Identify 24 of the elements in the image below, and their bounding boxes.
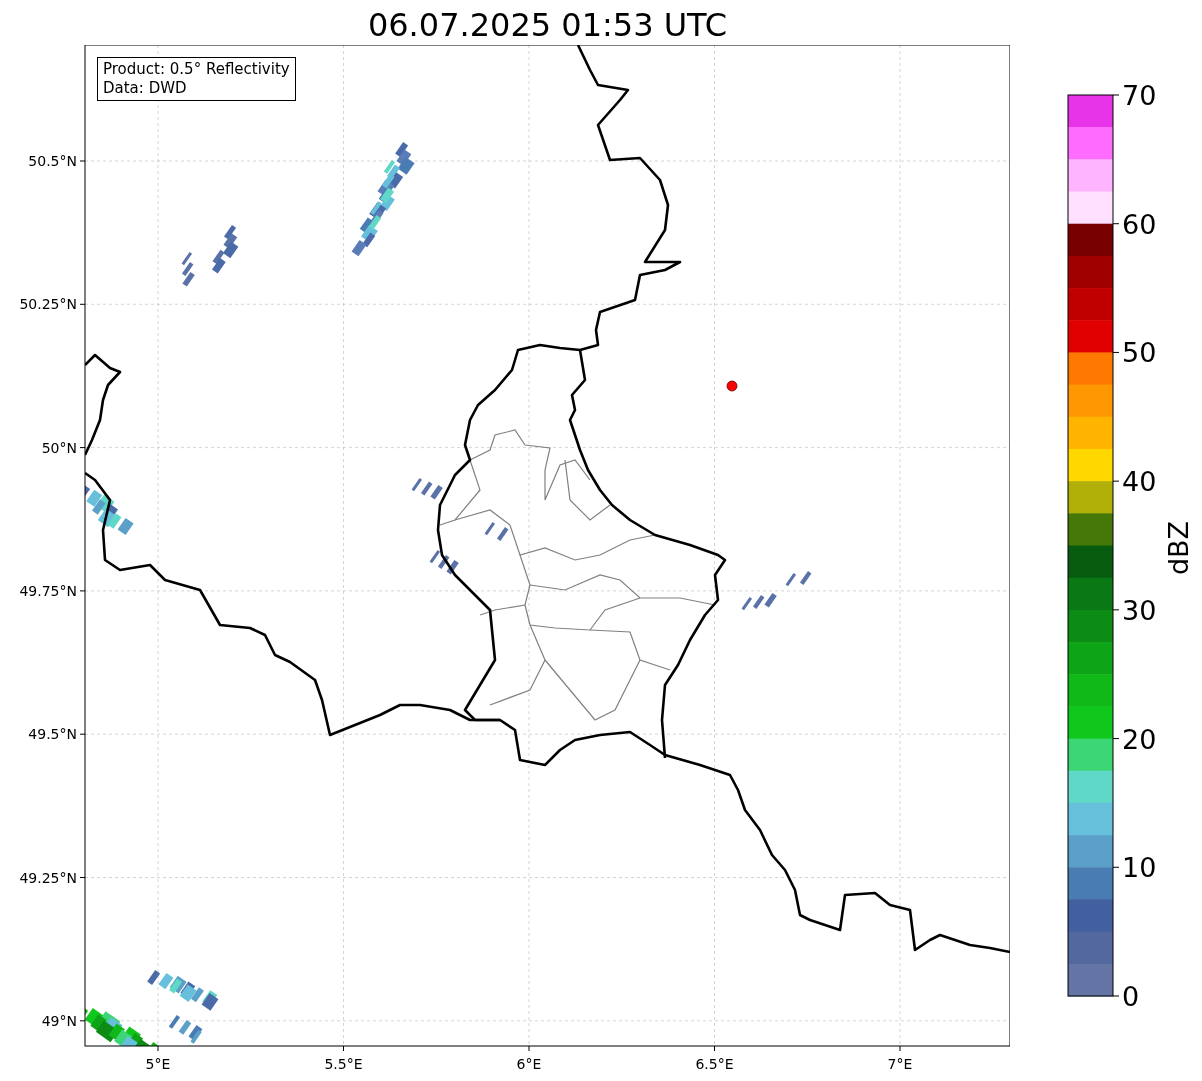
latitude-label: 49.25°N bbox=[19, 869, 77, 886]
colorbar-tick-label: 50 bbox=[1122, 337, 1157, 369]
colorbar-tick-label: 40 bbox=[1122, 466, 1157, 498]
colorbar-label: dBZ bbox=[1163, 520, 1194, 576]
info-text: Product: 0.5° Reflectivity bbox=[103, 60, 290, 79]
colorbar-tick-label: 0 bbox=[1122, 981, 1140, 1012]
latitude-label: 50.5°N bbox=[28, 153, 77, 169]
latitude-label: 50°N bbox=[41, 439, 77, 456]
info-text: Data: DWD bbox=[103, 79, 188, 98]
colorbar-tick-label: 20 bbox=[1122, 723, 1157, 755]
longitude-label: 5.5°E bbox=[324, 1056, 363, 1072]
latitude-label: 49.5°N bbox=[28, 726, 77, 743]
longitude-label: 6°E bbox=[516, 1056, 542, 1072]
colorbar-tick-label: 10 bbox=[1122, 852, 1157, 884]
latitude-label: 49.75°N bbox=[19, 582, 77, 599]
colorbar-tick-label: 30 bbox=[1122, 594, 1157, 626]
chart-title: 06.07.2025 01:53 UTC bbox=[367, 5, 728, 45]
latitude-label: 49°N bbox=[41, 1012, 77, 1029]
latitude-label: 50.25°N bbox=[19, 296, 77, 313]
colorbar-tick-label: 70 bbox=[1122, 80, 1157, 111]
longitude-label: 5°E bbox=[145, 1056, 171, 1072]
longitude-label: 7°E bbox=[887, 1056, 913, 1072]
colorbar-tick-label: 60 bbox=[1122, 208, 1157, 240]
longitude-label: 6.5°E bbox=[695, 1056, 734, 1072]
